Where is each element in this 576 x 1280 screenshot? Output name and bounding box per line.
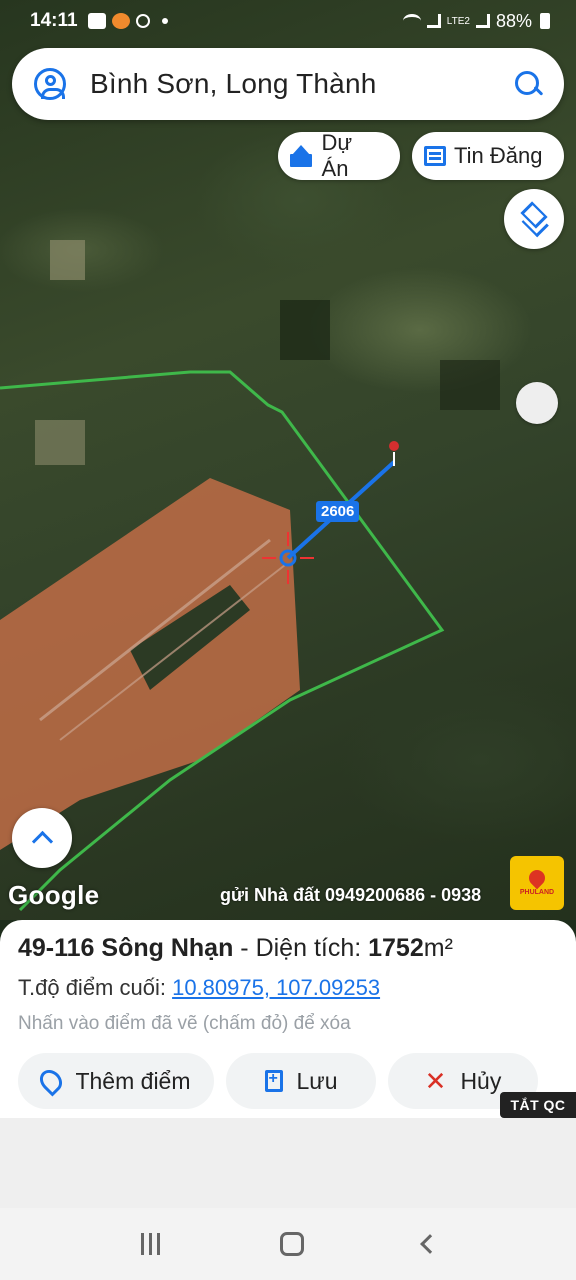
field-patch bbox=[35, 420, 85, 465]
google-logo: Google bbox=[8, 880, 100, 910]
account-icon[interactable] bbox=[34, 68, 66, 100]
back-button[interactable] bbox=[419, 1234, 440, 1254]
plot-name: 49-116 Sông Nhạn bbox=[18, 934, 234, 962]
brand-name: PHULAND bbox=[519, 889, 555, 896]
end-marker bbox=[389, 441, 399, 451]
cancel-label: Hủy bbox=[460, 1067, 502, 1094]
du-an-label: Dự Án bbox=[321, 130, 353, 181]
tin-dang-chip[interactable]: Tin Đăng bbox=[412, 132, 564, 180]
save-file-icon bbox=[264, 1070, 283, 1092]
status-time: 14:11 bbox=[30, 10, 78, 31]
ad-area[interactable] bbox=[0, 1118, 576, 1208]
tiktok-icon bbox=[135, 14, 150, 28]
add-point-label: Thêm điểm bbox=[75, 1067, 191, 1094]
distance-label: 2606 bbox=[316, 501, 360, 522]
area-unit: m² bbox=[423, 934, 453, 962]
app-icon bbox=[111, 13, 130, 29]
notification-icons bbox=[87, 13, 168, 29]
home-button[interactable] bbox=[279, 1232, 304, 1256]
brand-logo[interactable]: PHULAND bbox=[510, 856, 564, 910]
status-bar: 14:11 LTE2 88% bbox=[0, 0, 576, 42]
du-an-chip[interactable]: Dự Án bbox=[278, 130, 400, 181]
gallery-icon bbox=[87, 13, 106, 29]
add-location-icon bbox=[35, 1065, 68, 1097]
battery-percent: 88% bbox=[495, 10, 532, 31]
recent-apps-button[interactable] bbox=[139, 1233, 161, 1255]
wifi-icon bbox=[402, 14, 421, 28]
field-patch bbox=[50, 240, 85, 280]
signal-icon bbox=[426, 14, 441, 28]
more-dot-icon bbox=[161, 18, 168, 24]
area-label: - Diện tích: bbox=[233, 934, 369, 962]
news-icon bbox=[424, 146, 446, 166]
close-icon: ✕ bbox=[424, 1066, 447, 1096]
contact-ticker: gửi Nhà đất 0949200686 - 0938 bbox=[220, 885, 482, 905]
status-right: LTE2 88% bbox=[402, 10, 550, 32]
add-point-button[interactable]: Thêm điểm bbox=[18, 1053, 214, 1109]
system-nav-bar bbox=[0, 1208, 576, 1280]
field-patch bbox=[440, 360, 500, 410]
expand-up-button[interactable] bbox=[12, 808, 72, 868]
layers-button[interactable] bbox=[504, 189, 564, 249]
coord-label: T.độ điểm cuối: bbox=[18, 975, 173, 1000]
building-icon bbox=[290, 145, 314, 167]
floating-knob[interactable] bbox=[516, 382, 558, 424]
save-button[interactable]: Lưu bbox=[226, 1053, 376, 1109]
layers-icon bbox=[520, 201, 548, 229]
plot-title: 49-116 Sông Nhạn - Diện tích: 1752m² bbox=[18, 934, 558, 963]
close-ad-button[interactable]: TẮT QC bbox=[500, 1092, 576, 1118]
field-patch bbox=[280, 300, 330, 360]
info-panel: 49-116 Sông Nhạn - Diện tích: 1752m² T.đ… bbox=[0, 920, 576, 1118]
brand-mark-icon bbox=[525, 866, 549, 890]
search-icon[interactable] bbox=[514, 70, 542, 98]
action-buttons: Thêm điểm Lưu ✕ Hủy bbox=[18, 1053, 558, 1109]
signal2-icon bbox=[475, 14, 490, 28]
search-bar[interactable]: Bình Sơn, Long Thành bbox=[12, 48, 564, 120]
hint-text: Nhấn vào điểm đã vẽ (chấm đỏ) để xóa bbox=[18, 1013, 351, 1034]
search-query[interactable]: Bình Sơn, Long Thành bbox=[90, 68, 514, 100]
save-label: Lưu bbox=[296, 1067, 338, 1094]
area-value: 1752 bbox=[368, 934, 424, 962]
network-type: LTE2 bbox=[446, 15, 470, 27]
end-coordinate: T.độ điểm cuối: 10.80975, 107.09253 bbox=[18, 975, 558, 1001]
battery-icon bbox=[540, 13, 550, 29]
tin-dang-label: Tin Đăng bbox=[454, 143, 543, 168]
coord-link[interactable]: 10.80975, 107.09253 bbox=[172, 975, 380, 1000]
